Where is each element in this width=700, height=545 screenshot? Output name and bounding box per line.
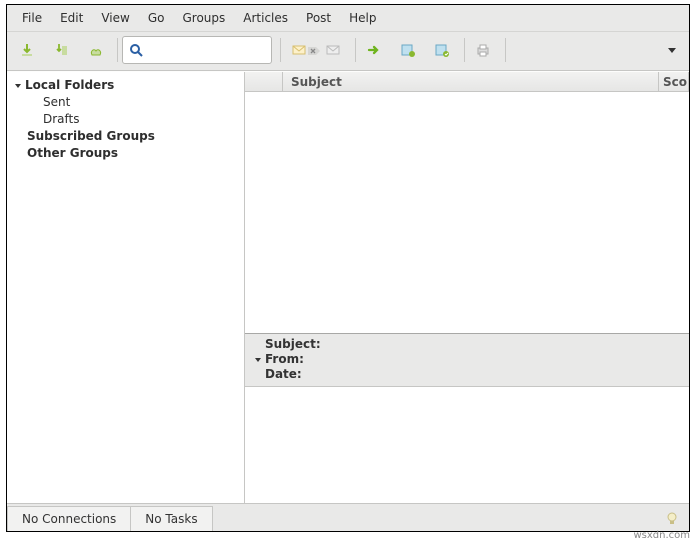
search-box[interactable]	[122, 36, 272, 64]
tree-item-drafts[interactable]: Drafts	[13, 111, 240, 128]
label-date: Date:	[265, 367, 302, 382]
tree-item-local-folders[interactable]: Local Folders	[13, 77, 240, 94]
message-header: Subject: From: Date:	[245, 334, 689, 387]
status-tasks[interactable]: No Tasks	[131, 506, 212, 531]
menu-articles[interactable]: Articles	[234, 9, 297, 27]
expand-toggle[interactable]	[13, 84, 23, 88]
tree-item-other-groups[interactable]: Other Groups	[13, 145, 240, 162]
menu-help[interactable]: Help	[340, 9, 385, 27]
message-body[interactable]	[245, 387, 689, 503]
statusbar: No Connections No Tasks	[7, 503, 689, 531]
hint-bulb-button[interactable]	[663, 509, 681, 527]
reply-post-button[interactable]	[319, 36, 347, 64]
thread-list[interactable]	[245, 92, 689, 333]
tree-label: Local Folders	[23, 78, 114, 93]
status-connections[interactable]: No Connections	[7, 506, 131, 531]
toolbar-separator	[280, 38, 281, 62]
menubar: File Edit View Go Groups Articles Post H…	[7, 5, 689, 32]
thread-header: Subject Sco	[245, 72, 689, 92]
label-from: From:	[265, 352, 304, 367]
right-pane: Subject Sco Subject: From: Date:	[245, 72, 689, 503]
chevron-down-icon	[15, 84, 21, 88]
print-button[interactable]	[469, 36, 497, 64]
menu-post[interactable]: Post	[297, 9, 340, 27]
column-score[interactable]: Sco	[659, 72, 689, 91]
menu-view[interactable]: View	[92, 9, 138, 27]
search-icon	[129, 43, 143, 57]
toolbar-overflow-button[interactable]	[661, 39, 683, 61]
expand-toggle[interactable]	[253, 358, 263, 362]
go-next-unread-button[interactable]	[360, 36, 388, 64]
mark-read-button[interactable]	[394, 36, 422, 64]
content-area: Local Folders Sent Drafts Subscribed Gro…	[7, 71, 689, 503]
mark-group-read-button[interactable]	[428, 36, 456, 64]
message-header-subject: Subject:	[253, 337, 681, 352]
message-header-date: Date:	[253, 367, 681, 382]
tree-label: Subscribed Groups	[25, 129, 155, 144]
toolbar-separator	[505, 38, 506, 62]
thread-panel: Subject Sco	[245, 72, 689, 334]
app-window: File Edit View Go Groups Articles Post H…	[6, 4, 690, 532]
tree-label: Sent	[41, 95, 70, 110]
menu-edit[interactable]: Edit	[51, 9, 92, 27]
folder-tree[interactable]: Local Folders Sent Drafts Subscribed Gro…	[7, 72, 245, 503]
tree-label: Drafts	[41, 112, 80, 127]
lightbulb-icon	[665, 511, 679, 525]
download-bodies-button[interactable]	[81, 36, 109, 64]
column-flag[interactable]	[245, 72, 283, 91]
tree-item-sent[interactable]: Sent	[13, 94, 240, 111]
message-header-from: From:	[253, 352, 681, 367]
menu-groups[interactable]: Groups	[173, 9, 234, 27]
chevron-down-icon	[255, 358, 261, 362]
watermark: wsxdn.com	[633, 530, 690, 541]
tree-item-subscribed-groups[interactable]: Subscribed Groups	[13, 128, 240, 145]
download-headers-button[interactable]	[13, 36, 41, 64]
toolbar-separator	[117, 38, 118, 62]
column-subject[interactable]: Subject	[283, 72, 659, 91]
toolbar	[7, 32, 689, 71]
toolbar-separator	[464, 38, 465, 62]
download-group-button[interactable]	[47, 36, 75, 64]
menu-file[interactable]: File	[13, 9, 51, 27]
search-input[interactable]	[143, 43, 306, 57]
toolbar-separator	[355, 38, 356, 62]
compose-post-button[interactable]	[285, 36, 313, 64]
tree-label: Other Groups	[25, 146, 118, 161]
menu-go[interactable]: Go	[139, 9, 174, 27]
chevron-down-icon	[668, 48, 676, 53]
label-subject: Subject:	[265, 337, 321, 352]
